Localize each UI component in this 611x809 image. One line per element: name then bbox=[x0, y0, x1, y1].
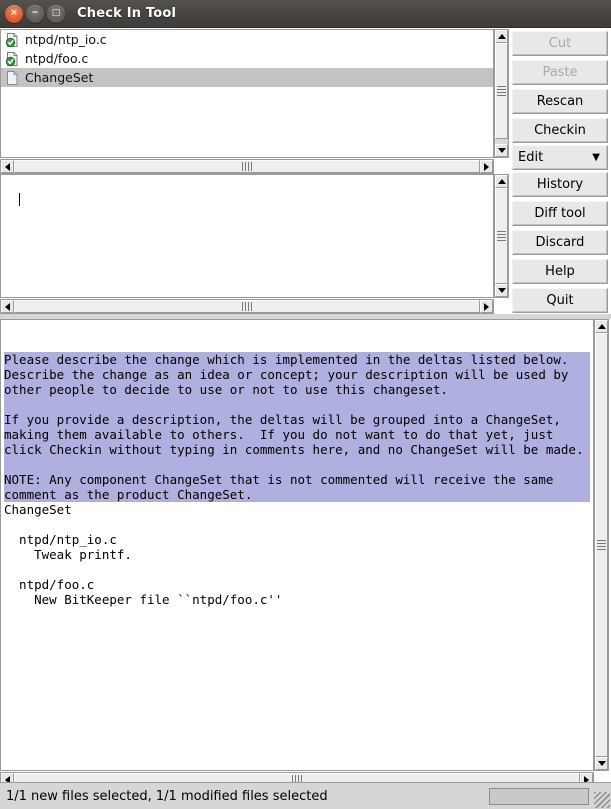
comments-vscrollbar[interactable] bbox=[594, 319, 609, 771]
close-glyph: × bbox=[10, 8, 18, 18]
paste-button-label: Paste bbox=[542, 65, 578, 80]
status-bar: 1/1 new files selected, 1/1 modified fil… bbox=[0, 782, 611, 809]
vscroll-thumb[interactable] bbox=[595, 333, 608, 757]
comments-body: ChangeSet ntpd/ntp_io.c Tweak printf. nt… bbox=[4, 502, 283, 607]
file-modified-icon bbox=[5, 51, 20, 67]
diff-pane-vscrollbar[interactable] bbox=[494, 174, 509, 298]
scroll-down-icon[interactable] bbox=[495, 284, 508, 297]
cut-button[interactable]: Cut bbox=[512, 31, 608, 56]
diff-tool-button[interactable]: Diff tool bbox=[512, 201, 608, 226]
quit-button-label: Quit bbox=[546, 293, 574, 308]
scroll-up-icon[interactable] bbox=[595, 320, 608, 333]
scroll-right-icon[interactable] bbox=[480, 160, 493, 173]
hscroll-track[interactable] bbox=[14, 300, 480, 313]
text-caret bbox=[19, 193, 21, 206]
file-plain-icon bbox=[5, 70, 20, 86]
minimize-icon[interactable]: − bbox=[26, 4, 44, 23]
discard-button[interactable]: Discard bbox=[512, 230, 608, 255]
file-list-vscrollbar[interactable] bbox=[494, 29, 509, 158]
comments-instructions: Please describe the change which is impl… bbox=[4, 352, 590, 502]
paste-button[interactable]: Paste bbox=[512, 60, 608, 85]
rescan-button-label: Rescan bbox=[536, 94, 584, 109]
maximize-icon[interactable]: □ bbox=[47, 4, 65, 23]
diff-tool-button-label: Diff tool bbox=[534, 206, 586, 221]
list-item[interactable]: ChangeSet bbox=[1, 68, 493, 87]
list-item-label: ChangeSet bbox=[25, 70, 94, 85]
scroll-up-icon[interactable] bbox=[495, 175, 508, 188]
scroll-right-icon[interactable] bbox=[480, 300, 493, 313]
comments-text-pane[interactable]: Please describe the change which is impl… bbox=[0, 319, 594, 771]
file-modified-icon bbox=[5, 32, 20, 48]
list-item[interactable]: ntpd/foo.c bbox=[1, 49, 493, 68]
scroll-up-icon[interactable] bbox=[495, 30, 508, 43]
cut-button-label: Cut bbox=[548, 36, 572, 51]
scroll-left-icon[interactable] bbox=[1, 300, 14, 313]
edit-dropdown[interactable]: Edit ▼ bbox=[512, 145, 608, 170]
window-title: Check In Tool bbox=[77, 6, 177, 21]
list-item[interactable]: ntpd/ntp_io.c bbox=[1, 30, 493, 49]
scroll-down-icon[interactable] bbox=[595, 757, 608, 770]
help-button-label: Help bbox=[545, 264, 575, 279]
checkin-button-label: Checkin bbox=[534, 123, 586, 138]
quit-button[interactable]: Quit bbox=[512, 288, 608, 313]
scroll-left-icon[interactable] bbox=[1, 160, 14, 173]
diff-pane-hscrollbar[interactable] bbox=[0, 299, 494, 314]
hscroll-thumb[interactable] bbox=[14, 300, 480, 313]
close-icon[interactable]: × bbox=[5, 4, 23, 23]
vscroll-track[interactable] bbox=[495, 188, 508, 284]
vscroll-thumb[interactable] bbox=[495, 43, 508, 139]
scroll-down-icon[interactable] bbox=[495, 144, 508, 157]
discard-button-label: Discard bbox=[535, 235, 585, 250]
status-progress-gauge bbox=[489, 788, 589, 805]
chevron-down-icon: ▼ bbox=[592, 151, 600, 163]
vscroll-thumb[interactable] bbox=[495, 188, 508, 284]
list-item-label: ntpd/ntp_io.c bbox=[25, 32, 107, 47]
edit-dropdown-label: Edit bbox=[518, 150, 544, 165]
hscroll-thumb[interactable] bbox=[14, 160, 480, 173]
diff-text-pane[interactable] bbox=[0, 174, 494, 298]
checkin-button[interactable]: Checkin bbox=[512, 118, 608, 143]
hscroll-track[interactable] bbox=[14, 160, 480, 173]
vscroll-track[interactable] bbox=[495, 43, 508, 144]
vscroll-track[interactable] bbox=[595, 333, 608, 757]
file-list-hscrollbar[interactable] bbox=[0, 159, 494, 174]
rescan-button[interactable]: Rescan bbox=[512, 89, 608, 114]
maximize-glyph: □ bbox=[51, 8, 61, 18]
list-item-label: ntpd/foo.c bbox=[25, 51, 89, 66]
status-message: 1/1 new files selected, 1/1 modified fil… bbox=[6, 788, 328, 804]
history-button[interactable]: History bbox=[512, 172, 608, 197]
window-titlebar: × − □ Check In Tool bbox=[0, 0, 611, 28]
window-controls: × − □ bbox=[0, 4, 65, 23]
history-button-label: History bbox=[536, 177, 584, 192]
help-button[interactable]: Help bbox=[512, 259, 608, 284]
minimize-glyph: − bbox=[31, 8, 39, 18]
resize-grip-icon[interactable] bbox=[594, 792, 610, 808]
file-list[interactable]: ntpd/ntp_io.c ntpd/foo.c ChangeSet bbox=[0, 29, 494, 158]
